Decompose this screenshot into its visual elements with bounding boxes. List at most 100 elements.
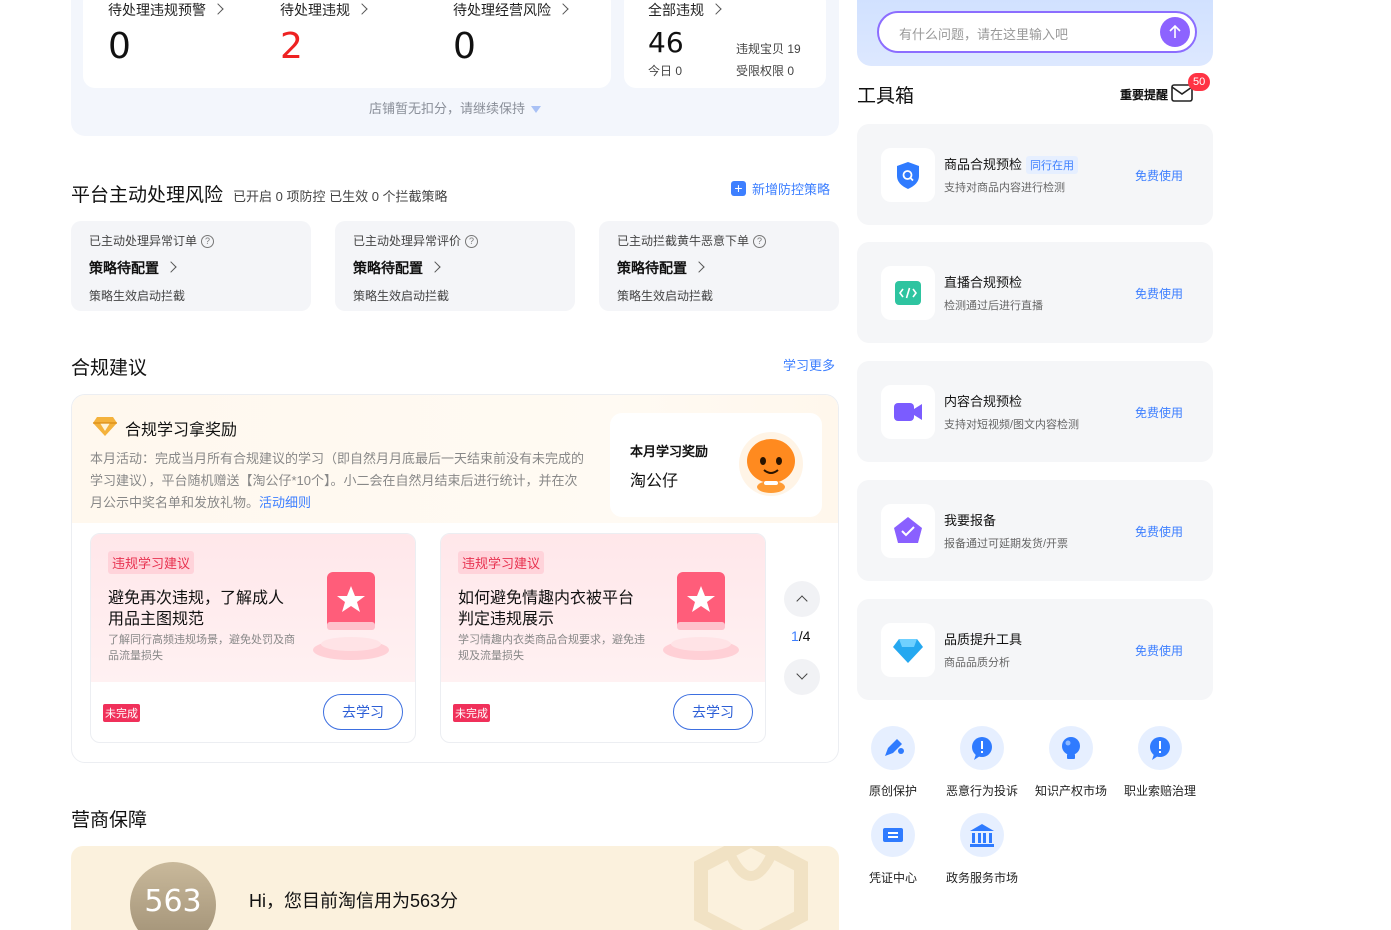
reward-desc-text: 本月活动：完成当月所有合规建议的学习（即自然月月底最后一天结束前没有未完成的学习…	[90, 451, 585, 510]
ask-input[interactable]: 有什么问题，请在这里输入吧	[877, 11, 1197, 53]
learning-card[interactable]: 违规学习建议 避免再次违规，了解成人用品主图规范 了解同行高频违规场景，避免处罚…	[90, 533, 416, 743]
tool-icon-box	[881, 623, 935, 677]
stat-violation-warning[interactable]: 待处理违规预警 0	[108, 0, 224, 67]
tool-icon-box	[881, 266, 935, 320]
stats-card-all[interactable]: 全部违规 46 今日 0 违规宝贝 19 受限权限 0	[624, 0, 826, 88]
book-icon	[313, 572, 389, 660]
tool-item[interactable]: 我要报备 报备通过可延期发货/开票 免费使用	[857, 480, 1213, 581]
page-indicator: 1/4	[791, 628, 810, 644]
tool-item[interactable]: 商品合规预检 同行在用 支持对商品内容进行检测 免费使用	[857, 124, 1213, 225]
risk-card-status: 策略待配置	[353, 260, 423, 276]
tool-item[interactable]: 品质提升工具 商品品质分析 免费使用	[857, 599, 1213, 700]
chevron-right-icon	[212, 3, 224, 15]
stat-limit: 受限权限 0	[736, 64, 795, 78]
stat-label: 待处理经营风险	[453, 2, 551, 18]
add-strategy-button[interactable]: + 新增防控策略	[731, 179, 830, 198]
quick-label: 知识产权市场	[1034, 784, 1107, 798]
next-page-button[interactable]	[784, 659, 820, 695]
monthly-reward-card: 本月学习奖励 淘公仔	[610, 413, 822, 517]
help-icon[interactable]: ?	[753, 235, 767, 249]
chevron-right-icon	[429, 261, 441, 273]
toolbox-title: 工具箱	[857, 86, 915, 107]
guarantee-title: 营商保障	[71, 810, 148, 831]
quick-original-protection[interactable]: 原创保护	[848, 726, 938, 799]
go-learn-button[interactable]: 去学习	[673, 694, 753, 730]
stat-label: 待处理违规预警	[108, 2, 206, 18]
tool-item[interactable]: 内容合规预检 支持对短视频/图文内容检测 免费使用	[857, 361, 1213, 462]
stat-all-label: 全部违规	[648, 2, 704, 18]
go-learn-button[interactable]: 去学习	[323, 694, 403, 730]
prize-label: 本月学习奖励	[630, 444, 709, 459]
stat-violation[interactable]: 待处理违规 2	[280, 0, 368, 67]
tool-name: 直播合规预检	[944, 275, 1023, 290]
reward-desc: 本月活动：完成当月所有合规建议的学习（即自然月月底最后一天结束前没有未完成的学习…	[90, 448, 590, 514]
quick-gov-service-market[interactable]: 政务服务市场	[937, 813, 1027, 886]
tool-desc: 检测通过后进行直播	[944, 300, 1043, 312]
section-title: 平台主动处理风险	[71, 185, 224, 206]
free-use-link[interactable]: 免费使用	[1135, 285, 1183, 302]
risk-card[interactable]: 已主动处理异常评价? 策略待配置 策略生效启动拦截	[335, 221, 575, 311]
advice-tag: 违规学习建议	[108, 551, 195, 574]
chevron-down-icon	[796, 668, 808, 680]
reward-rules-link[interactable]: 活动细则	[259, 495, 311, 510]
stat-value: 0	[453, 26, 476, 67]
quick-label: 职业索赔治理	[1123, 784, 1196, 798]
risk-card[interactable]: 已主动处理异常订单? 策略待配置 策略生效启动拦截	[71, 221, 311, 311]
tool-icon-box	[881, 148, 935, 202]
free-use-link[interactable]: 免费使用	[1135, 523, 1183, 540]
ask-placeholder: 有什么问题，请在这里输入吧	[899, 27, 1069, 42]
risk-card-title: 已主动拦截黄牛恶意下单	[617, 234, 750, 248]
diamond-icon	[893, 639, 923, 663]
quick-icon-circle	[960, 726, 1004, 770]
stat-value: 0	[108, 26, 131, 67]
credit-message: Hi，您目前淘信用为563分	[249, 891, 459, 911]
status-badge: 未完成	[453, 704, 490, 722]
tool-icon-box	[881, 385, 935, 439]
help-icon[interactable]: ?	[201, 235, 215, 249]
quick-claim-governance[interactable]: 职业索赔治理	[1115, 726, 1205, 799]
tool-item[interactable]: 直播合规预检 检测通过后进行直播 免费使用	[857, 242, 1213, 343]
book-icon	[663, 572, 739, 660]
tool-desc: 支持对商品内容进行检测	[944, 182, 1065, 194]
risk-card-title: 已主动处理异常评价	[353, 234, 462, 248]
stat-today: 今日 0	[648, 64, 683, 78]
page-total: /4	[798, 628, 811, 644]
report-icon	[894, 517, 922, 543]
stat-label: 待处理违规	[280, 2, 350, 18]
free-use-link[interactable]: 免费使用	[1135, 167, 1183, 184]
arrow-up-icon	[1169, 24, 1181, 38]
prev-page-button[interactable]	[784, 581, 820, 617]
stat-business-risk[interactable]: 待处理经营风险 0	[453, 0, 569, 67]
risk-card[interactable]: 已主动拦截黄牛恶意下单? 策略待配置 策略生效启动拦截	[599, 221, 839, 311]
send-button[interactable]	[1160, 17, 1190, 47]
code-icon	[895, 281, 921, 305]
assistant-panel: 有什么问题，请在这里输入吧	[857, 0, 1213, 66]
chevron-right-icon	[165, 261, 177, 273]
tool-name: 商品合规预检	[944, 157, 1023, 172]
caret-down-icon	[531, 106, 541, 114]
advice-title: 合规建议	[71, 358, 148, 379]
quick-ip-market[interactable]: 知识产权市场	[1026, 726, 1116, 799]
quick-icon-circle	[1049, 726, 1093, 770]
tool-name: 我要报备	[944, 513, 997, 528]
peer-using-tag: 同行在用	[1026, 156, 1079, 174]
credit-score: 563	[144, 884, 202, 919]
learning-card[interactable]: 违规学习建议 如何避免情趣内衣被平台判定违规展示 学习情趣内衣类商品合规要求，避…	[440, 533, 766, 743]
advice-tag: 违规学习建议	[458, 551, 545, 574]
reward-title: 合规学习拿奖励	[125, 422, 238, 439]
learning-card-header: 违规学习建议 避免再次违规，了解成人用品主图规范 了解同行高频违规场景，避免处罚…	[91, 534, 415, 682]
help-icon[interactable]: ?	[465, 235, 479, 249]
quick-icon-circle	[871, 813, 915, 857]
quick-malicious-complaint[interactable]: 恶意行为投诉	[937, 726, 1027, 799]
free-use-link[interactable]: 免费使用	[1135, 404, 1183, 421]
quick-label: 凭证中心	[868, 871, 917, 885]
learning-panel: 合规学习拿奖励 本月活动：完成当月所有合规建议的学习（即自然月月底最后一天结束前…	[71, 394, 839, 763]
important-reminder[interactable]: 重要提醒	[1120, 86, 1168, 103]
learn-more-link[interactable]: 学习更多	[783, 355, 835, 374]
risk-card-note: 策略生效启动拦截	[353, 289, 450, 303]
free-use-link[interactable]: 免费使用	[1135, 642, 1183, 659]
tool-desc: 商品品质分析	[944, 657, 1010, 669]
stats-note[interactable]: 店铺暂无扣分，请继续保持	[71, 98, 839, 117]
tool-desc: 报备通过可延期发货/开票	[944, 538, 1069, 550]
quick-voucher-center[interactable]: 凭证中心	[848, 813, 938, 886]
